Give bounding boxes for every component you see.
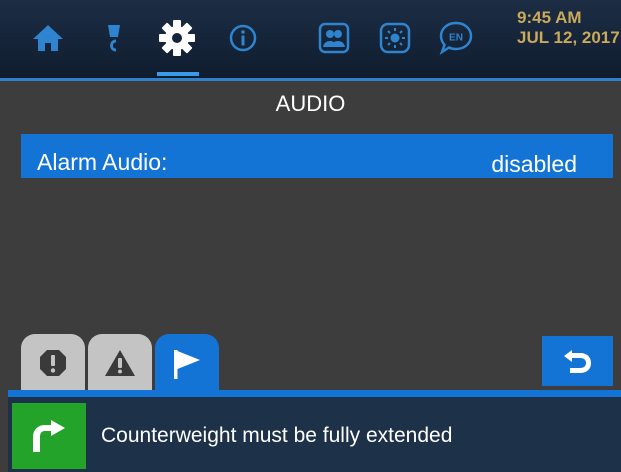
info-icon [229,24,257,52]
message-text: Counterweight must be fully extended [101,424,453,447]
nav-settings[interactable] [157,16,197,60]
nav-users[interactable] [314,16,354,60]
users-icon [318,22,350,54]
tabs-divider [8,390,621,397]
language-icon: EN [439,21,473,56]
tab-critical[interactable] [21,334,85,392]
clock: 9:45 AM JUL 12, 2017 [517,8,620,49]
back-arrow-icon [563,350,591,373]
setting-label: Alarm Audio: [37,149,168,175]
clock-date: JUL 12, 2017 [517,28,620,47]
triangle-warning-icon [105,350,135,376]
nav-brightness[interactable] [375,16,415,60]
nav-home[interactable] [28,16,68,60]
device-screen: EN 9:45 AM JUL 12, 2017 AUDIO Alarm Audi… [0,0,621,472]
nav-lamp[interactable] [94,16,134,60]
home-icon [33,25,63,51]
nav-info[interactable] [223,16,263,60]
turn-arrow-icon [33,420,65,452]
setting-value: disabled [491,151,577,177]
nav-language[interactable]: EN [436,16,476,60]
flag-icon [174,350,200,379]
back-button[interactable] [542,336,613,386]
message-icon-box [12,403,86,469]
clock-time: 9:45 AM [517,8,582,27]
top-nav-bar: EN 9:45 AM JUL 12, 2017 [0,0,621,81]
page-title: AUDIO [275,91,346,116]
gear-icon [159,20,195,56]
svg-text:EN: EN [449,33,463,44]
brightness-icon [379,22,411,54]
octagon-exclamation-icon [40,350,66,376]
lamp-icon [108,25,120,52]
nav-active-indicator [157,72,199,76]
tab-warning[interactable] [88,334,152,392]
tab-notice[interactable] [155,334,219,394]
nav-divider [0,78,621,81]
setting-row-alarm-audio[interactable]: Alarm Audio: disabled [21,134,613,178]
